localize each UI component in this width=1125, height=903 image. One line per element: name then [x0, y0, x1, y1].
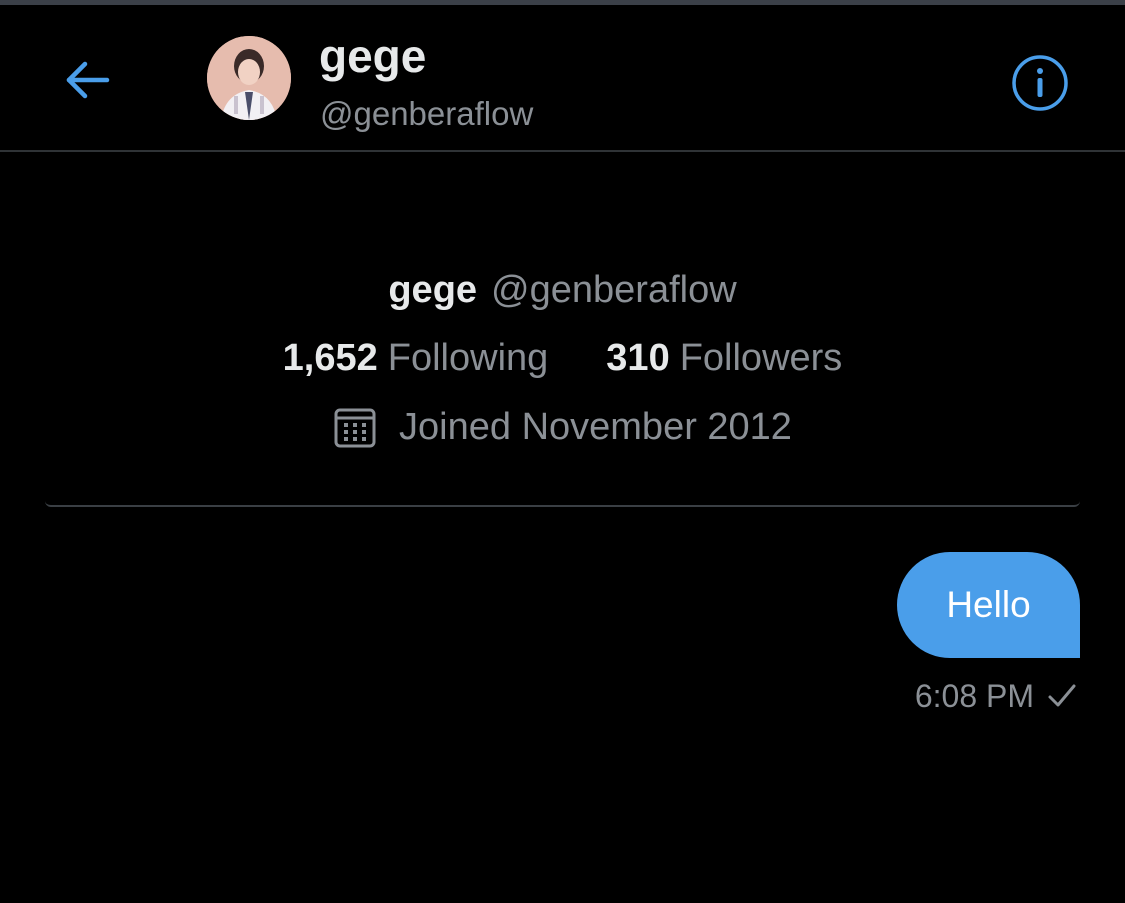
header-handle[interactable]: @genberaflow [320, 97, 533, 130]
card-handle: @genberaflow [491, 269, 737, 311]
conversation-header: gege @genberaflow [0, 5, 1125, 150]
header-display-name[interactable]: gege [319, 33, 426, 79]
message-bubble[interactable]: Hello [897, 552, 1080, 658]
info-button[interactable] [1005, 48, 1075, 118]
arrow-left-icon [63, 60, 111, 100]
joined-date: Joined November 2012 [399, 406, 792, 448]
message-text: Hello [946, 584, 1031, 625]
follow-stats: 1,652 Following 310 Followers [45, 339, 1080, 377]
message-time: 6:08 PM [914, 677, 1034, 714]
message-meta: 6:08 PM [860, 676, 1078, 716]
header-divider [0, 150, 1125, 152]
following-label: Following [387, 337, 549, 379]
info-circle-icon [1011, 54, 1069, 112]
joined-row: Joined November 2012 [45, 405, 1080, 449]
card-title: gege @genberaflow [45, 271, 1080, 309]
following-count: 1,652 [282, 337, 378, 379]
calendar-icon [333, 405, 377, 449]
card-display-name: gege [388, 269, 478, 311]
followers-count: 310 [606, 337, 670, 379]
avatar[interactable] [207, 36, 291, 120]
profile-summary-card[interactable]: gege @genberaflow 1,652 Following 310 Follow… [45, 205, 1080, 507]
checkmark-icon [1046, 680, 1078, 712]
followers-label: Followers [679, 337, 843, 379]
back-button[interactable] [52, 50, 122, 110]
